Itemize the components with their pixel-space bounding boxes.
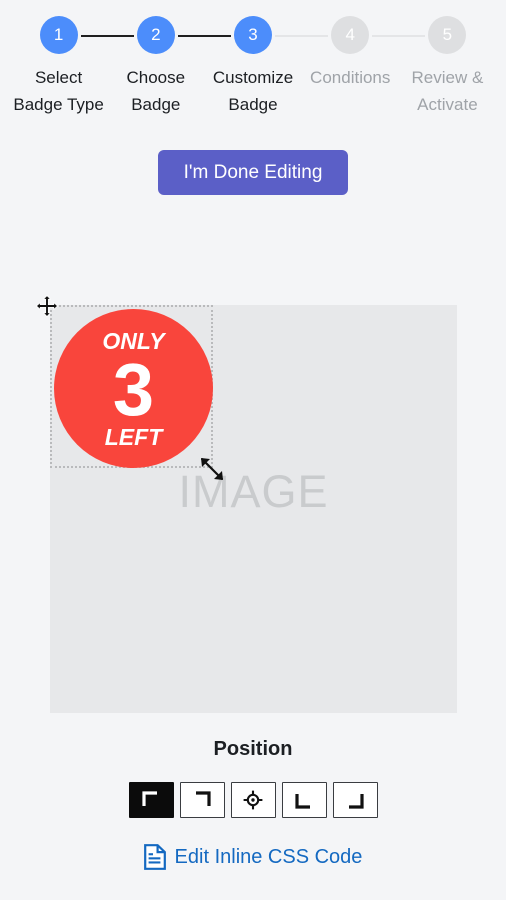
- stepper-step-2[interactable]: 2 Choose Badge: [107, 16, 231, 118]
- position-option-bottom-right[interactable]: [332, 782, 378, 818]
- badge-selection-frame[interactable]: ONLY 3 LEFT: [35, 294, 224, 481]
- corner-bottom-left-icon: [294, 790, 314, 810]
- position-option-bottom-left[interactable]: [281, 782, 327, 818]
- badge-canvas[interactable]: IMAGE ONLY 3 LEFT: [35, 294, 457, 713]
- stepper-circle-4[interactable]: 4: [331, 16, 370, 54]
- stepper-circle-5[interactable]: 5: [428, 16, 467, 54]
- stepper-step-4[interactable]: 4 Conditions: [302, 16, 426, 91]
- position-option-top-right[interactable]: [179, 782, 225, 818]
- stepper-label-1: Select Badge Type: [13, 68, 104, 114]
- crosshair-icon: [243, 790, 263, 810]
- badge-preview[interactable]: ONLY 3 LEFT: [54, 309, 213, 468]
- corner-top-left-icon: [141, 790, 161, 810]
- stepper-step-3[interactable]: 3 Customize Badge: [204, 16, 329, 118]
- badge-number: 3: [112, 347, 155, 431]
- stepper-label-5: Review & Activate: [411, 68, 484, 114]
- stepper-connector-3: [275, 35, 329, 37]
- corner-bottom-right-icon: [345, 790, 365, 810]
- position-option-top-left[interactable]: [128, 782, 174, 818]
- document-text-icon: [143, 844, 166, 870]
- position-options: [0, 782, 506, 818]
- stepper-connector-4: [372, 35, 426, 37]
- stepper-label-2: Choose Badge: [126, 68, 186, 114]
- stepper-label-4: Conditions: [310, 68, 391, 87]
- stepper-connector-2: [177, 35, 231, 37]
- resize-diagonal-icon[interactable]: [199, 456, 225, 482]
- move-arrows-icon[interactable]: [35, 294, 59, 318]
- stepper-step-1[interactable]: 1 Select Badge Type: [10, 16, 134, 118]
- edit-inline-css-label: Edit Inline CSS Code: [174, 845, 363, 868]
- stepper-circle-1[interactable]: 1: [39, 16, 78, 54]
- badge-bottom-text: LEFT: [104, 424, 163, 451]
- done-button-row: I'm Done Editing: [0, 150, 506, 195]
- progress-stepper: 1 Select Badge Type 2 Choose Badge 3 Cus…: [0, 0, 506, 118]
- position-section-title: Position: [213, 738, 293, 760]
- stepper-label-3: Customize Badge: [212, 68, 294, 114]
- edit-inline-css-link[interactable]: Edit Inline CSS Code: [0, 844, 506, 870]
- stepper-connector-1: [80, 35, 134, 37]
- corner-top-right-icon: [192, 790, 212, 810]
- stepper-step-5[interactable]: 5 Review & Activate: [399, 16, 496, 118]
- stepper-circle-3[interactable]: 3: [234, 16, 272, 54]
- stepper-circle-2[interactable]: 2: [136, 16, 175, 54]
- position-option-center[interactable]: [230, 782, 276, 818]
- done-editing-button[interactable]: I'm Done Editing: [157, 150, 349, 195]
